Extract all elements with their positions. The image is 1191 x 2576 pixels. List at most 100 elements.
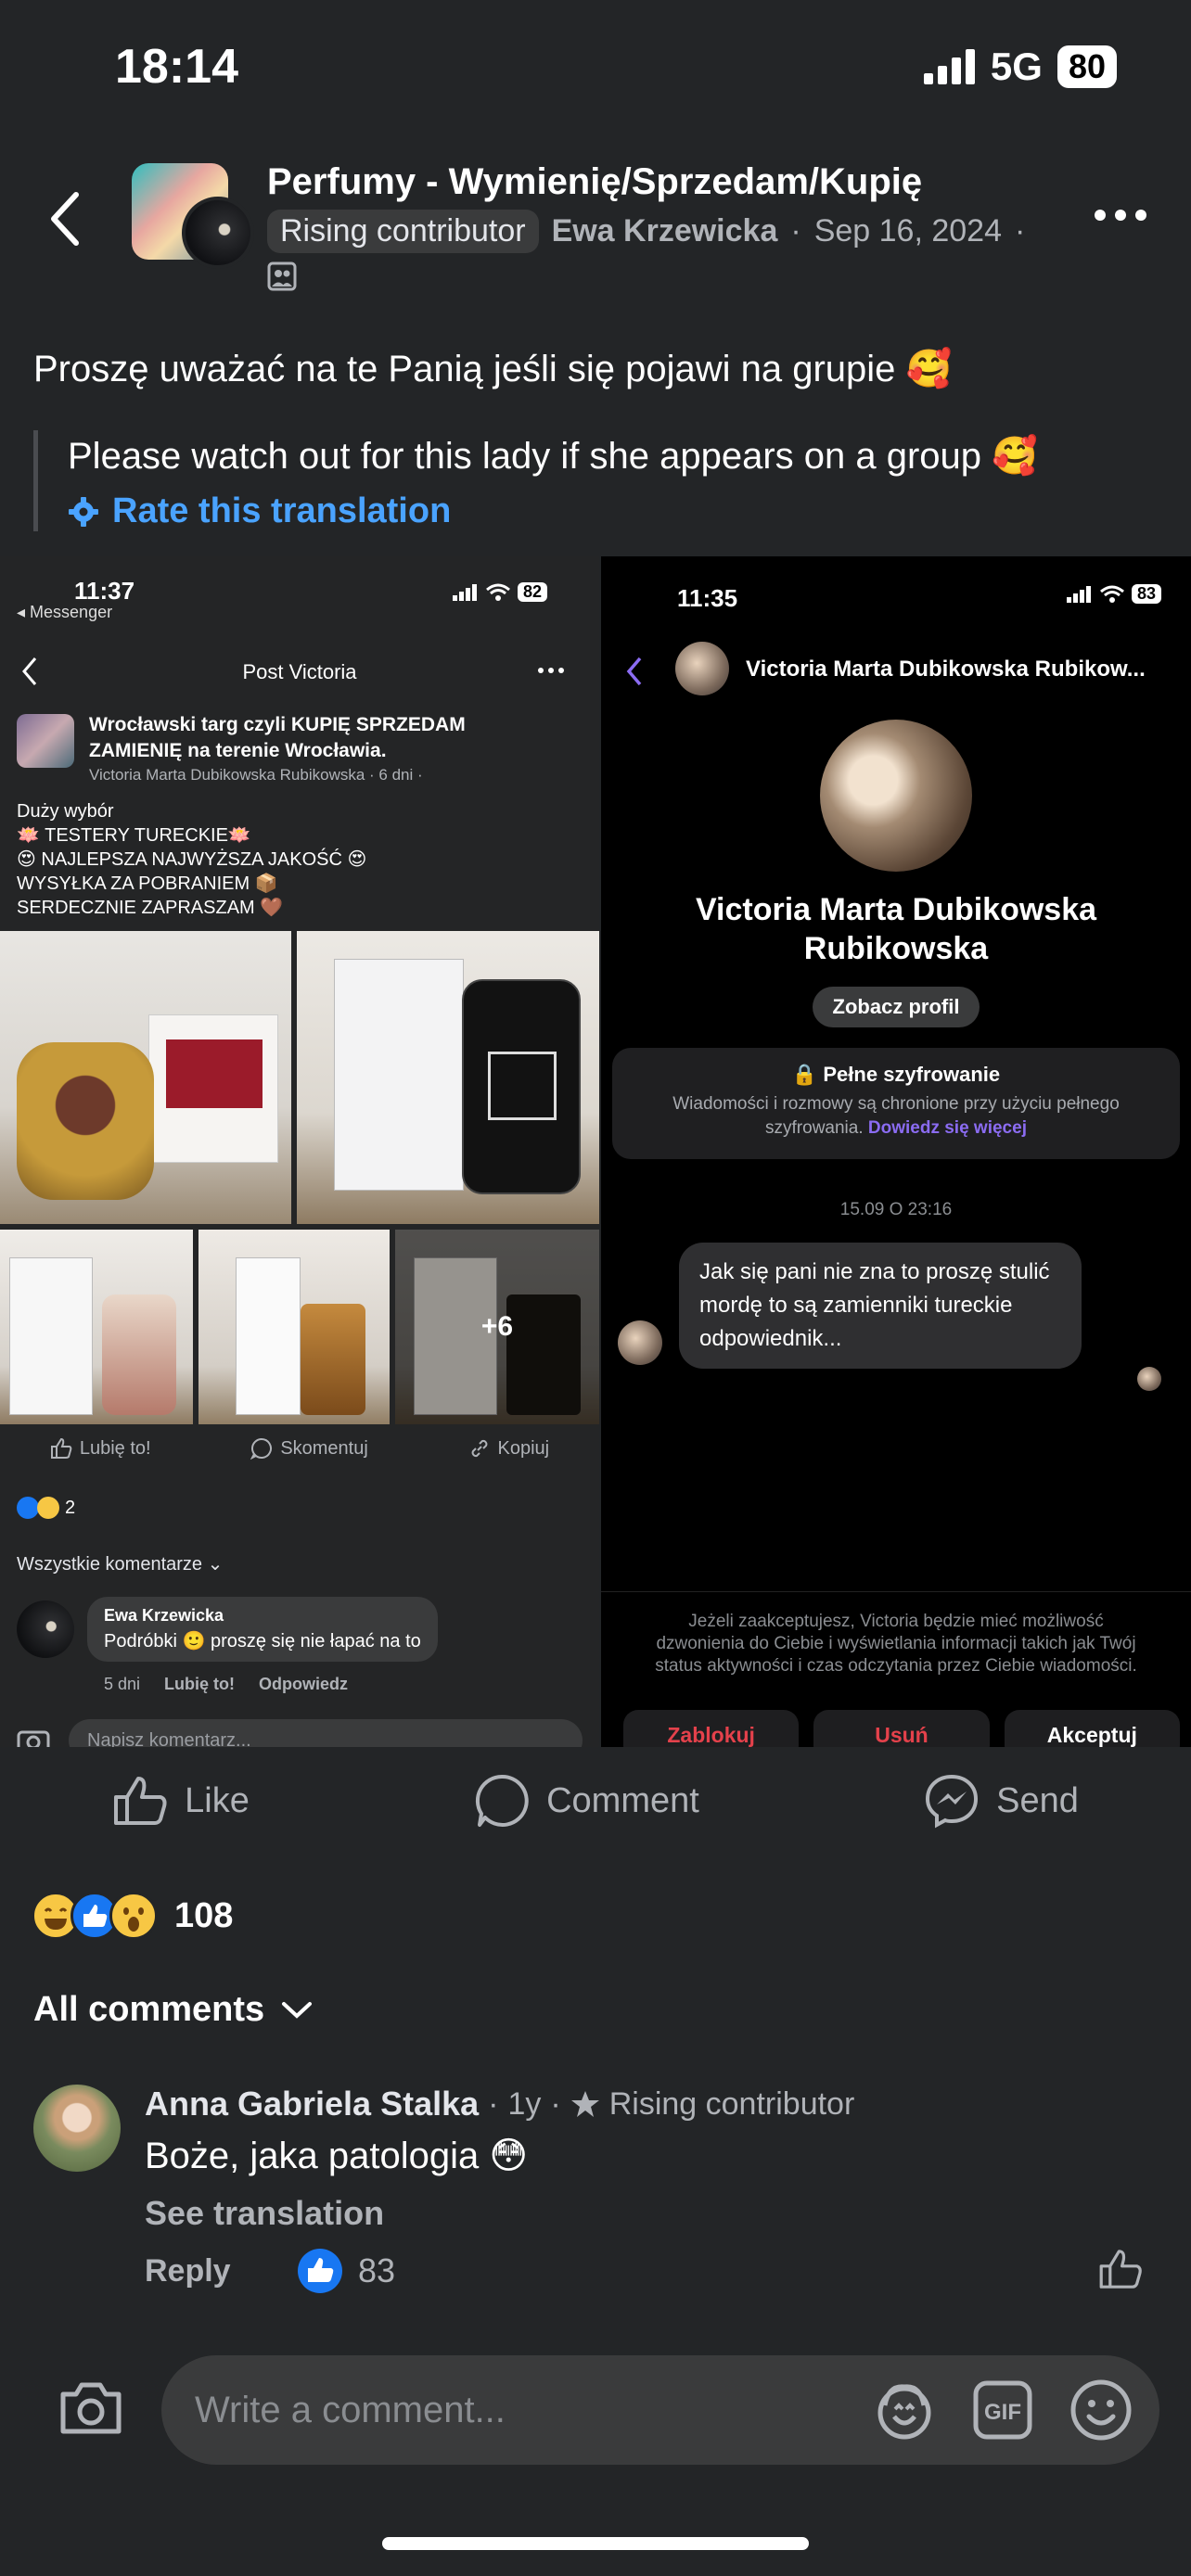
camera-icon <box>60 2382 122 2434</box>
rs-message-bubble: Jak się pani nie zna to proszę stulić mo… <box>679 1243 1082 1369</box>
commenter-badge: Rising contributor <box>608 2085 855 2122</box>
comment-button[interactable]: Comment <box>474 1773 699 1829</box>
reactions-summary[interactable]: 108 <box>32 1892 233 1940</box>
rs-contact-name-top: Victoria Marta Dubikowska Rubikow... <box>746 657 1146 682</box>
ls-comment-text: Podróbki 🙂 proszę się nie łapać na to <box>104 1631 421 1651</box>
ls-like-label: Lubię to! <box>79 1437 151 1459</box>
rate-translation-link[interactable]: Rate this translation <box>68 491 1038 531</box>
translated-text: Please watch out for this lady if she ap… <box>68 436 1038 477</box>
comment-text: Boże, jaka patologia 😳 <box>145 2136 529 2176</box>
network-label: 5G <box>990 45 1043 88</box>
ls-body-line: SERDECZNIE ZAPRASZAM 🤎 <box>17 898 284 918</box>
thumbs-up-icon <box>1099 2250 1142 2289</box>
comment-label: Comment <box>546 1780 699 1820</box>
ls-post-body: Duży wybór 🪷 TESTERY TURECKIE🪷 😍 NAJLEPS… <box>17 799 366 920</box>
thumbs-up-icon <box>50 1437 72 1459</box>
group-avatar[interactable] <box>132 163 254 269</box>
ls-comment-like: Lubię to! <box>164 1675 236 1693</box>
rate-translation-label: Rate this translation <box>112 491 452 530</box>
rising-contributor-badge: Rising contributor <box>267 210 539 253</box>
camera-icon <box>17 1730 50 1747</box>
back-button[interactable] <box>48 191 82 247</box>
separator: · <box>1014 213 1026 249</box>
avatar-sticker-icon[interactable] <box>872 2378 937 2442</box>
status-indicators: 5G 80 <box>923 45 1117 89</box>
ls-all-comments: Wszystkie komentarze ⌄ <box>17 1554 224 1575</box>
commenter-avatar[interactable] <box>33 2085 121 2172</box>
ls-reaction-count: 2 <box>65 1497 76 1518</box>
send-label: Send <box>996 1780 1079 1820</box>
perfume-photo: +6 <box>395 1230 599 1424</box>
wow-reaction-icon <box>109 1892 158 1940</box>
ls-time: 11:37 <box>74 577 135 605</box>
ls-status: 82 <box>452 582 547 602</box>
perfume-photo <box>297 931 599 1224</box>
emoji-icon[interactable] <box>1069 2378 1133 2442</box>
comment-icon <box>476 1774 529 1827</box>
ls-comment-time: 5 dni <box>104 1675 141 1693</box>
perfume-photo <box>0 1230 193 1424</box>
comment-likes[interactable]: 83 <box>297 2248 395 2294</box>
rs-request-buttons: Zablokuj Usuń Akceptuj <box>623 1710 1180 1747</box>
comment-age: 1y <box>507 2085 542 2122</box>
members-icon <box>267 261 297 291</box>
like-button[interactable]: Like <box>112 1775 250 1827</box>
reply-button[interactable]: Reply <box>145 2253 231 2289</box>
comment-input[interactable]: Write a comment... <box>195 2390 872 2431</box>
more-options-button[interactable] <box>1095 210 1146 221</box>
signal-icon <box>923 49 975 84</box>
messenger-screenshot: 11:35 83 Victoria Marta Dubikowska Rubik… <box>601 556 1191 1747</box>
rs-sender-avatar <box>618 1320 662 1365</box>
comment-header: Anna Gabriela Stalka · 1y · Rising contr… <box>145 2085 854 2123</box>
battery-icon: 82 <box>517 582 547 602</box>
rs-view-profile: Zobacz profil <box>813 987 980 1027</box>
ls-actions: Lubię to! Skomentuj Kopiuj <box>0 1437 599 1460</box>
like-reaction-icon <box>298 2249 342 2293</box>
comments-filter-dropdown[interactable]: All comments <box>33 1990 313 2030</box>
comment-composer[interactable]: Write a comment... GIF <box>161 2355 1159 2465</box>
laugh-reaction-icon <box>37 1497 59 1519</box>
ls-comment-meta: 5 dni Lubię to! Odpowiedz <box>104 1675 348 1694</box>
perfume-photo <box>198 1230 390 1424</box>
send-button[interactable]: Send <box>924 1773 1079 1829</box>
post-date: Sep 16, 2024 <box>813 213 1002 249</box>
ls-body-line: WYSYŁKA ZA POBRANIEM 📦 <box>17 874 278 894</box>
rs-contact-avatar <box>675 642 729 695</box>
reaction-count: 108 <box>174 1895 234 1935</box>
status-time: 18:14 <box>115 40 238 94</box>
ls-comment-reply: Odpowiedz <box>259 1675 349 1693</box>
facebook-screenshot: 11:37 ◂ Messenger 82 Post Victoria Wrocł… <box>0 556 599 1747</box>
rs-profile-photo <box>820 720 972 872</box>
rs-accept-button: Akceptuj <box>1004 1710 1180 1747</box>
thumbs-up-icon <box>114 1777 167 1825</box>
post-author[interactable]: Ewa Krzewicka <box>552 213 778 249</box>
rs-block-button: Zablokuj <box>623 1710 800 1747</box>
comment-like-button[interactable] <box>1098 2248 1143 2290</box>
post-image-collage[interactable]: 11:37 ◂ Messenger 82 Post Victoria Wrocł… <box>0 556 1191 1747</box>
battery-icon: 83 <box>1131 584 1161 604</box>
rs-encryption-title: 🔒 Pełne szyfrowanie <box>791 1063 1001 1086</box>
wifi-icon <box>486 583 510 601</box>
ls-body-line: Duży wybór <box>17 801 114 822</box>
link-icon <box>471 1439 487 1458</box>
wifi-icon <box>1100 585 1124 603</box>
rs-contact-name: Victoria Marta Dubikowska Rubikowska <box>695 892 1097 966</box>
comments-filter-label: All comments <box>33 1990 265 2029</box>
home-indicator <box>382 2537 809 2550</box>
ls-group-name: Wrocławski targ czyli KUPIĘ SPRZEDAM ZAM… <box>89 714 466 761</box>
rs-encryption-notice: 🔒 Pełne szyfrowanie Wiadomości i rozmowy… <box>612 1048 1180 1159</box>
ls-comment-label: Skomentuj <box>280 1437 368 1459</box>
battery-icon: 80 <box>1057 45 1117 88</box>
translation-block: Please watch out for this lady if she ap… <box>33 430 1038 531</box>
commenter-name[interactable]: Anna Gabriela Stalka <box>145 2085 479 2123</box>
rs-status: 83 <box>1066 584 1161 604</box>
gif-icon[interactable]: GIF <box>972 2379 1033 2441</box>
rs-delete-button: Usuń <box>813 1710 990 1747</box>
see-translation-link[interactable]: See translation <box>145 2194 384 2233</box>
camera-button[interactable] <box>58 2379 124 2437</box>
separator: · <box>550 2085 561 2122</box>
chevron-left-icon <box>51 192 79 246</box>
like-label: Like <box>185 1780 250 1820</box>
group-name[interactable]: Perfumy - Wymienię/Sprzedam/Kupię <box>267 161 922 203</box>
star-icon <box>570 2091 599 2117</box>
